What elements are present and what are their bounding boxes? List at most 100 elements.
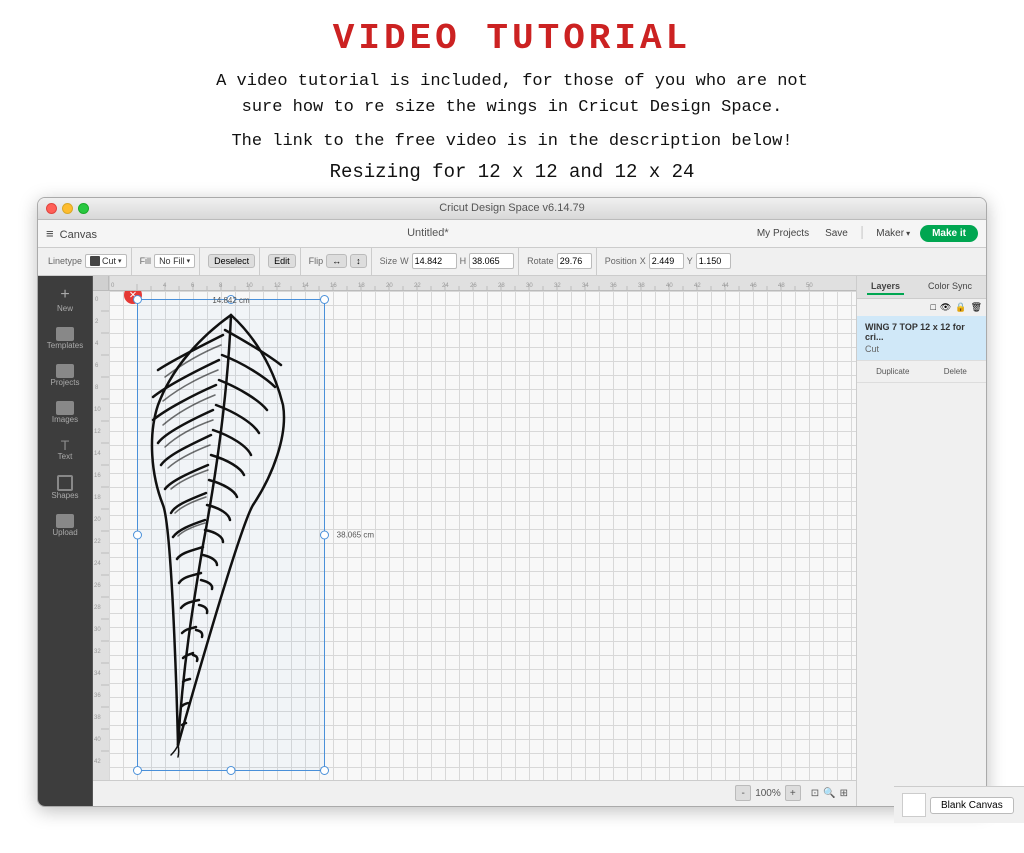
size-label: Size [380, 256, 398, 266]
panel-lock-icon[interactable]: 🔒 [955, 302, 966, 313]
svg-text:36: 36 [94, 693, 101, 699]
panel-delete-icon[interactable]: 🗑 [971, 302, 982, 313]
fill-select[interactable]: No Fill ▾ [154, 254, 195, 268]
handle-top-left[interactable] [133, 295, 142, 304]
panel-eye-icon[interactable]: 👁 [940, 302, 951, 313]
linetype-select[interactable]: Cut ▾ [85, 254, 127, 268]
sidebar-item-templates[interactable]: Templates [43, 323, 87, 354]
toolbar-flip: Flip ↔ ↕ [305, 248, 372, 275]
linetype-color-swatch [90, 256, 100, 266]
minimize-button[interactable] [62, 203, 73, 214]
right-panel: Layers Color Sync □ 👁 🔒 🗑 WING 7 TOP 12 … [856, 276, 986, 806]
height-dimension-label: 38.065 cm [337, 530, 374, 539]
svg-text:48: 48 [778, 283, 785, 289]
deselect-button[interactable]: Deselect [208, 254, 255, 268]
svg-text:10: 10 [246, 283, 253, 289]
plus-icon: + [56, 286, 74, 304]
handle-bottom-right[interactable] [320, 766, 329, 775]
rotate-label: Rotate [527, 256, 554, 266]
make-it-button[interactable]: Make it [920, 225, 978, 242]
toolbar-fill: Fill No Fill ▾ [136, 248, 201, 275]
grid-icon[interactable]: ⊞ [840, 788, 848, 799]
my-projects-button[interactable]: My Projects [751, 226, 815, 241]
handle-middle-left[interactable] [133, 530, 142, 539]
images-icon [56, 401, 74, 415]
blank-canvas-section: Blank Canvas [894, 786, 987, 807]
rotate-input[interactable] [557, 253, 592, 269]
app-window: Cricut Design Space v6.14.79 ≡ Canvas Un… [37, 197, 987, 807]
zoom-in-button[interactable]: + [785, 785, 801, 801]
sidebar-item-new[interactable]: + New [43, 282, 87, 317]
panel-group-icon[interactable]: □ [930, 302, 935, 313]
position-label: Position [605, 256, 637, 266]
projects-label: Projects [51, 378, 80, 387]
sidebar-item-upload[interactable]: Upload [43, 510, 87, 541]
x-input[interactable] [649, 253, 684, 269]
sidebar-item-images[interactable]: Images [43, 397, 87, 428]
width-dimension-label: 14.842 cm [212, 296, 249, 305]
zoom-controls: - 100% + ⊡ 🔍 ⊞ [735, 785, 848, 801]
layer-item-label: WING 7 TOP 12 x 12 for cri... [865, 322, 978, 342]
maker-button[interactable]: Maker ▾ [870, 226, 916, 241]
svg-text:30: 30 [94, 627, 101, 633]
close-button[interactable] [46, 203, 57, 214]
tab-layers[interactable]: Layers [867, 279, 904, 295]
y-input[interactable] [696, 253, 731, 269]
new-label: New [57, 304, 73, 313]
canvas-grid[interactable]: ✕ 14.842 cm [109, 291, 856, 780]
app-body: + New Templates Projects Images T T [38, 276, 986, 806]
w-label: W [400, 256, 409, 266]
text-icon: T [56, 438, 74, 452]
toolbar-position: Position X Y [601, 248, 735, 275]
width-input[interactable] [412, 253, 457, 269]
flip-h-button[interactable]: ↔ [326, 254, 347, 268]
maximize-button[interactable] [78, 203, 89, 214]
tab-color-sync[interactable]: Color Sync [924, 279, 976, 295]
svg-text:28: 28 [498, 283, 505, 289]
svg-text:42: 42 [694, 283, 701, 289]
bottom-toolbar: - 100% + ⊡ 🔍 ⊞ [93, 780, 856, 806]
svg-text:22: 22 [414, 283, 421, 289]
sidebar-item-shapes[interactable]: Shapes [43, 471, 87, 504]
save-button[interactable]: Save [819, 226, 854, 241]
upload-icon [56, 514, 74, 528]
shapes-icon [57, 475, 73, 491]
handle-middle-right[interactable] [320, 530, 329, 539]
delete-layer-button[interactable]: Delete [941, 365, 970, 378]
panel-header: Layers Color Sync [857, 276, 986, 299]
svg-text:26: 26 [94, 583, 101, 589]
left-panel: + New Templates Projects Images T T [38, 276, 93, 806]
blank-canvas-preview [902, 793, 926, 807]
height-input[interactable] [469, 253, 514, 269]
handle-bottom-center[interactable] [227, 766, 236, 775]
handle-top-right[interactable] [320, 295, 329, 304]
svg-text:20: 20 [94, 517, 101, 523]
svg-text:38: 38 [94, 715, 101, 721]
layer-item[interactable]: WING 7 TOP 12 x 12 for cri... Cut [857, 316, 986, 361]
zoom-out-button[interactable]: - [735, 785, 751, 801]
zoom-level: 100% [755, 788, 781, 799]
blank-canvas-button[interactable]: Blank Canvas [930, 797, 987, 807]
svg-text:34: 34 [94, 671, 101, 677]
ruler-top-svg: 0 4 6 8 [109, 276, 856, 291]
fill-chevron: ▾ [187, 257, 191, 265]
flip-v-button[interactable]: ↕ [350, 254, 367, 268]
upload-label: Upload [52, 528, 77, 537]
fit-button[interactable]: ⊡ [811, 788, 819, 799]
zoom-icon[interactable]: 🔍 [823, 788, 835, 799]
handle-bottom-left[interactable] [133, 766, 142, 775]
svg-text:38: 38 [638, 283, 645, 289]
sidebar-item-projects[interactable]: Projects [43, 360, 87, 391]
duplicate-button[interactable]: Duplicate [873, 365, 912, 378]
traffic-lights [46, 203, 89, 214]
svg-text:12: 12 [94, 429, 101, 435]
edit-button[interactable]: Edit [268, 254, 296, 268]
svg-text:40: 40 [94, 737, 101, 743]
blank-canvas-row: Blank Canvas [902, 793, 987, 807]
ruler-row: 0 4 6 8 [93, 276, 856, 291]
sidebar-item-text[interactable]: T Text [43, 434, 87, 465]
ruler-left-svg: 0 2 4 6 8 10 [93, 291, 109, 780]
y-label: Y [687, 256, 693, 266]
subtitle: A video tutorial is included, for those … [216, 69, 808, 122]
subtitle-line1: A video tutorial is included, for those … [216, 72, 808, 91]
